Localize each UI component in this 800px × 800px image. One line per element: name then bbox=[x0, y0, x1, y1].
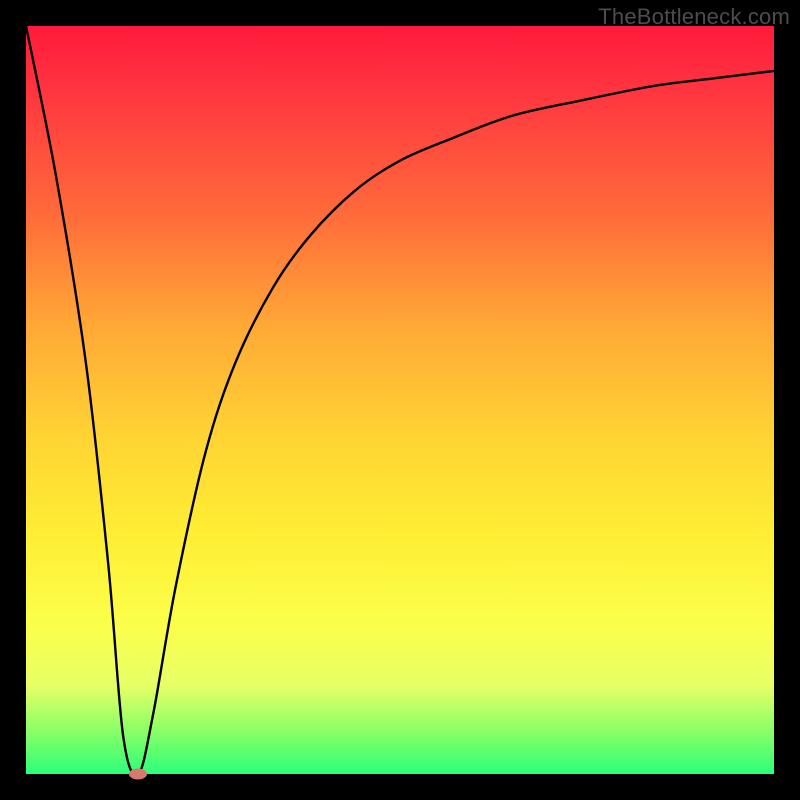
optimal-point-marker bbox=[129, 769, 147, 780]
watermark-text: TheBottleneck.com bbox=[598, 4, 790, 30]
chart-plot-area bbox=[26, 26, 774, 774]
bottleneck-curve bbox=[26, 26, 774, 774]
chart-frame: TheBottleneck.com bbox=[0, 0, 800, 800]
